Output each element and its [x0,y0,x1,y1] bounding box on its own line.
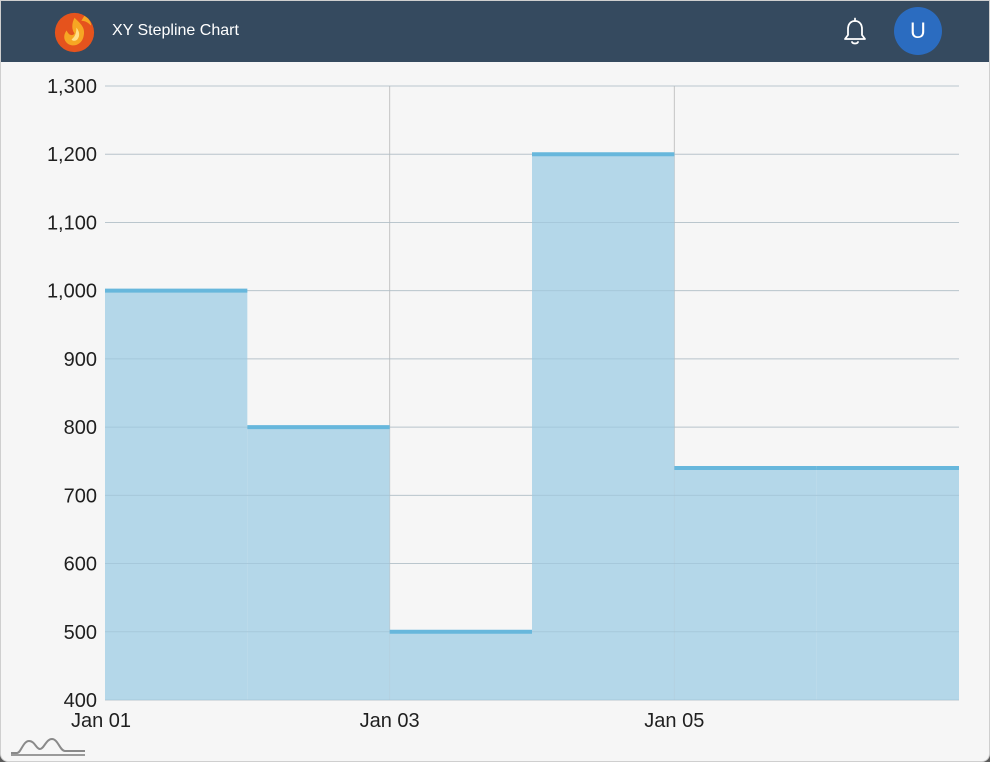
bell-icon[interactable] [841,17,869,47]
scrollbar-preview-icon[interactable] [9,731,89,759]
stepline-chart: 400 500 600 700 800 900 1,000 1,100 1,200 1,300 Ja… [47,76,959,732]
y-tick-label: 1,200 [47,144,97,166]
y-tick-label: 800 [64,417,97,439]
y-tick-label: 700 [64,485,97,507]
y-tick-label: 1,000 [47,281,97,303]
user-avatar[interactable]: U [894,7,942,55]
step-area [816,468,959,700]
step-area [389,631,532,700]
y-tick-label: 500 [64,622,97,644]
x-tick-label: Jan 03 [360,710,420,732]
app-window: XY Stepline Chart U 400 500 600 700 800 900 1,… [0,0,990,762]
y-tick-label: 1,100 [47,212,97,234]
x-tick-label: Jan 01 [71,710,131,732]
page-title: XY Stepline Chart [112,22,239,39]
y-tick-label: 900 [64,349,97,371]
app-header: XY Stepline Chart U [1,1,989,62]
y-tick-label: 1,300 [47,76,97,98]
step-area [674,468,817,700]
x-tick-label: Jan 05 [644,710,704,732]
y-tick-label: 600 [64,554,97,576]
y-tick-label: 400 [64,690,97,712]
phoenix-logo-icon [54,12,95,53]
